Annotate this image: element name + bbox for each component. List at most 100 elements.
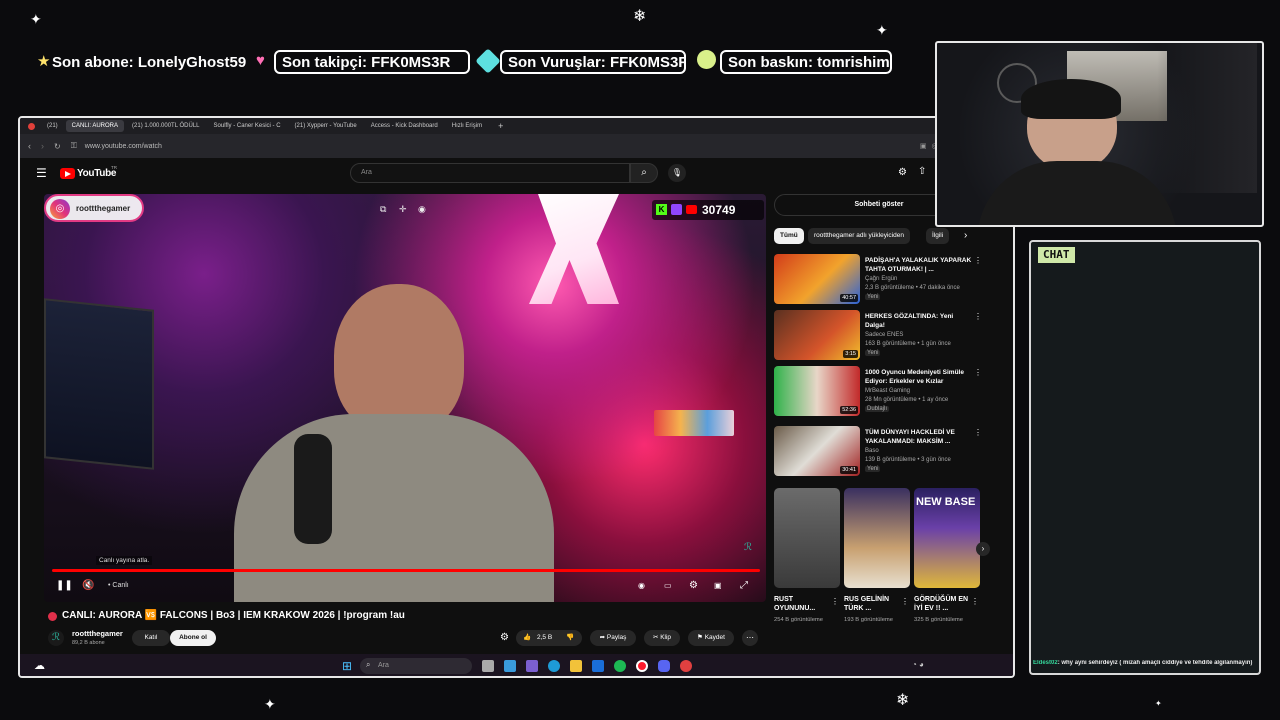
chat-title: CHAT bbox=[1038, 247, 1075, 263]
recommendation-card[interactable]: 30:41 TÜM DÜNYAYI HACKLEDİ VE YAKALANMAD… bbox=[774, 426, 984, 478]
tab-1[interactable]: (21) bbox=[41, 120, 64, 132]
subscribe-button[interactable]: Abone ol bbox=[170, 630, 216, 646]
live-tooltip: Canlı yayına atla. bbox=[96, 556, 153, 565]
new-tab-icon[interactable]: + bbox=[498, 121, 503, 131]
twitch-icon bbox=[671, 204, 682, 215]
gem-icon bbox=[475, 48, 501, 74]
tray-icons[interactable]: ◔ ◕ bbox=[912, 660, 924, 669]
menu-icon[interactable]: ☰ bbox=[36, 166, 47, 180]
short-thumbnail[interactable]: NEW BASE bbox=[914, 488, 980, 588]
discord-icon[interactable] bbox=[658, 660, 670, 672]
chevron-right-icon[interactable]: › bbox=[964, 230, 967, 241]
app-icon[interactable] bbox=[680, 660, 692, 672]
more-icon[interactable]: ⋮ bbox=[901, 597, 909, 606]
spotify-icon[interactable] bbox=[614, 660, 626, 672]
last-raid-alert: Son baskın: tomrishim bbox=[720, 50, 892, 74]
mic-icon[interactable]: 🎙 bbox=[668, 164, 686, 182]
app-icon[interactable] bbox=[504, 660, 516, 672]
like-icon[interactable]: 👍 bbox=[523, 630, 531, 646]
app-icon[interactable] bbox=[592, 660, 604, 672]
short-title[interactable]: RUST OYUNUNU... bbox=[774, 595, 836, 613]
filter-chip-all[interactable]: Tümü bbox=[774, 228, 804, 244]
thumbnail[interactable]: 30:41 bbox=[774, 426, 860, 476]
opera-icon[interactable] bbox=[636, 660, 648, 672]
super-chat-icon[interactable]: ⚙ bbox=[500, 632, 509, 643]
tab-4[interactable]: Soulfly - Caner Kesici - C bbox=[208, 120, 287, 132]
filter-chip-related[interactable]: İlgili bbox=[926, 228, 950, 244]
more-icon[interactable]: ⋮ bbox=[831, 597, 839, 606]
url-field[interactable]: www.youtube.com/watch bbox=[85, 143, 162, 150]
more-actions-icon[interactable]: ⋯ bbox=[742, 630, 758, 646]
thumbnail[interactable]: 52:36 bbox=[774, 366, 860, 416]
youtube-logo-icon[interactable] bbox=[60, 168, 75, 179]
more-icon[interactable]: ⋮ bbox=[971, 597, 979, 606]
share-button[interactable]: ➦ Paylaş bbox=[590, 630, 636, 646]
recommendation-card[interactable]: 52:36 1000 Oyuncu Medeniyeti Simüle Ediy… bbox=[774, 366, 984, 418]
save-button[interactable]: ⚑ Kaydet bbox=[688, 630, 734, 646]
progress-bar[interactable] bbox=[52, 569, 760, 572]
channel-avatar[interactable]: ℛ bbox=[48, 630, 64, 646]
camera-icon[interactable]: ◉ bbox=[418, 204, 426, 215]
mute-icon[interactable]: 🔇 bbox=[82, 580, 94, 591]
start-icon[interactable]: ⊞ bbox=[342, 659, 352, 673]
rgb-keyboard bbox=[654, 410, 734, 436]
back-icon[interactable]: ‹ bbox=[28, 141, 31, 151]
channel-tag: ◎ roottthegamer bbox=[44, 194, 144, 222]
chevron-right-icon[interactable]: › bbox=[976, 542, 990, 556]
app-icon[interactable] bbox=[526, 660, 538, 672]
short-thumbnail[interactable] bbox=[844, 488, 910, 588]
short-views: 193 B görüntüleme bbox=[844, 617, 893, 623]
short-title[interactable]: RUS GELİNİN TÜRK ... bbox=[844, 595, 902, 613]
pause-icon[interactable]: ❚❚ bbox=[56, 580, 73, 591]
search-input[interactable]: Ara bbox=[350, 163, 630, 183]
video-player[interactable]: ◎ roottthegamer ⧉ ✛ ◉ K 30749 Canlı yayı… bbox=[44, 194, 766, 602]
search-icon: ⌕ bbox=[366, 660, 371, 669]
last-sub-alert: Son abone: LonelyGhost59 bbox=[52, 54, 247, 71]
tab-3[interactable]: (21) 1.000.000TL ÖDÜLL bbox=[126, 120, 205, 132]
autoplay-toggle[interactable]: ◉ bbox=[638, 581, 645, 590]
tab-5[interactable]: (21) Xypperr - YouTube bbox=[289, 120, 363, 132]
more-icon[interactable]: ⋮ bbox=[974, 428, 982, 437]
search-button[interactable]: ⌕ bbox=[630, 163, 658, 183]
star-icon: ★ bbox=[37, 53, 51, 70]
chat-panel: CHAT Eldest02: why aynı sehirdeyiz ( miz… bbox=[1029, 240, 1261, 675]
widget-icon[interactable]: ☁ bbox=[34, 659, 45, 672]
edge-icon[interactable] bbox=[548, 660, 560, 672]
fullscreen-icon[interactable]: ⤢ bbox=[740, 580, 748, 591]
taskbar: ☁ ⊞ ⌕ Ara ◔ ◕ bbox=[20, 654, 1013, 676]
webcam-overlay bbox=[935, 41, 1264, 227]
theater-icon[interactable]: ▣ bbox=[714, 581, 722, 590]
reload-icon[interactable]: ↻ bbox=[54, 142, 61, 151]
miniplayer-icon[interactable]: ⧉ bbox=[380, 204, 386, 215]
live-indicator[interactable]: • Canlı bbox=[108, 582, 129, 589]
more-icon[interactable]: ⋮ bbox=[974, 256, 982, 265]
forward-icon[interactable]: › bbox=[41, 141, 44, 151]
youtube-icon bbox=[686, 205, 697, 214]
dislike-icon[interactable]: 👎 bbox=[566, 630, 574, 646]
thumbnail[interactable]: 3:15 bbox=[774, 310, 860, 360]
join-button[interactable]: Katıl bbox=[132, 630, 170, 646]
subtitles-icon[interactable]: ▭ bbox=[664, 581, 672, 590]
settings-icon[interactable]: ⚙ bbox=[689, 580, 698, 591]
taskbar-search[interactable]: ⌕ Ara bbox=[360, 658, 472, 674]
clip-button[interactable]: ✂ Klip bbox=[644, 630, 680, 646]
streamer-hair bbox=[1021, 79, 1121, 119]
more-icon[interactable]: ⋮ bbox=[974, 312, 982, 321]
tab-7[interactable]: Hızlı Erişim bbox=[446, 120, 488, 132]
explorer-icon[interactable] bbox=[570, 660, 582, 672]
recommendation-card[interactable]: 40:57 PADİŞAH'A YALAKALIK YAPARAK TAHTA … bbox=[774, 254, 984, 306]
task-view-icon[interactable] bbox=[482, 660, 494, 672]
opera-icon bbox=[28, 122, 35, 130]
microphone bbox=[294, 434, 332, 544]
thumbnail[interactable]: 40:57 bbox=[774, 254, 860, 304]
recommendation-card[interactable]: 3:15 HERKES GÖZALTINDA: Yeni Dalga! Sade… bbox=[774, 310, 984, 362]
expand-icon[interactable]: ✛ bbox=[399, 204, 407, 215]
more-icon[interactable]: ⋮ bbox=[974, 368, 982, 377]
tab-6[interactable]: Access - Kick Dashboard bbox=[365, 120, 444, 132]
filter-chip-uploader[interactable]: roottthegamer adlı yükleyiciden bbox=[808, 228, 910, 244]
channel-name[interactable]: roottthegamer bbox=[72, 629, 123, 638]
tab-2[interactable]: CANLI: AURORA bbox=[65, 120, 125, 132]
short-thumbnail[interactable] bbox=[774, 488, 840, 588]
video-title: CANLI: AURORA 🆚 FALCONS | Bo3 | IEM KRAK… bbox=[62, 610, 405, 621]
short-title[interactable]: GÖRDÜĞÜM EN İYİ EV !! ... bbox=[914, 595, 972, 613]
